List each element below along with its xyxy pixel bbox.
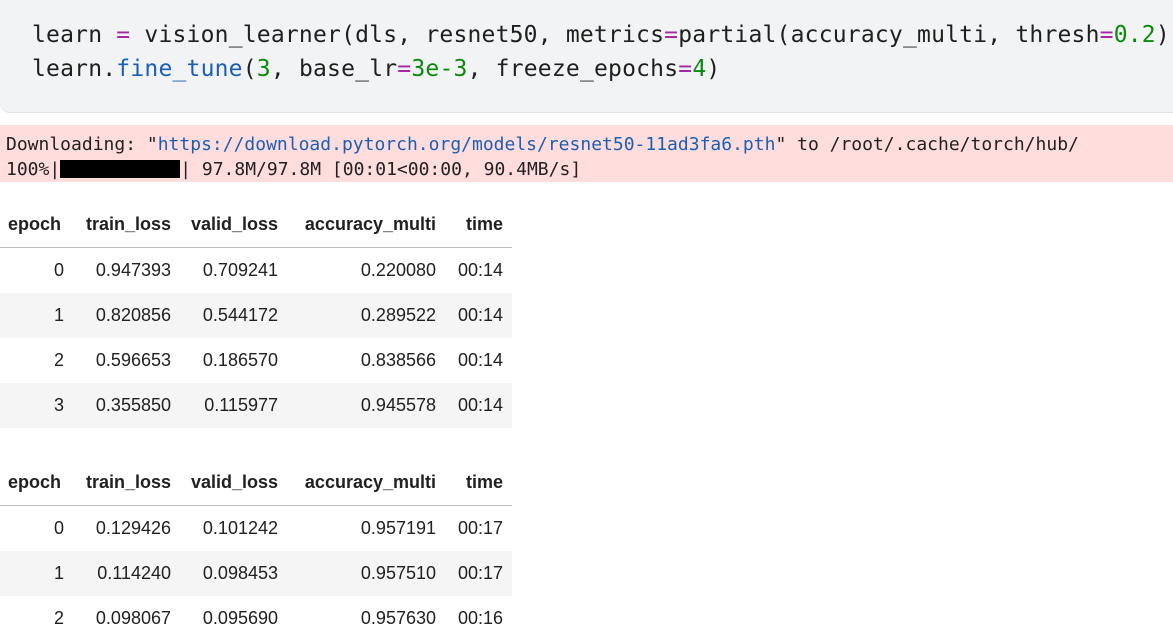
table-header-row: epoch train_loss valid_loss accuracy_multi t… — [0, 202, 512, 248]
cell-accuracy-multi: 0.957510 — [287, 551, 445, 596]
table-header-row: epoch train_loss valid_loss accuracy_multi t… — [0, 460, 512, 506]
column-header-time: time — [445, 460, 512, 506]
cell-epoch: 2 — [53, 608, 64, 628]
code-token: , freeze_epochs — [467, 56, 679, 82]
cell-epoch: 2 — [53, 350, 64, 370]
cell-valid-loss: 0.115977 — [180, 383, 287, 428]
code-token: )) — [1155, 22, 1173, 48]
code-token: 4 — [692, 56, 707, 82]
cell-accuracy-multi: 0.957630 — [360, 608, 436, 628]
code-token: ( — [242, 56, 257, 82]
cell-epoch: 0 — [53, 518, 64, 538]
table-row: 1 0.820856 0.544172 0.289522 00:14 — [0, 293, 512, 338]
cell-epoch: 1 — [0, 551, 73, 596]
stderr-output: Downloading: "https://download.pytorch.o… — [0, 125, 1173, 182]
cell-time: 00:16 — [457, 608, 503, 628]
cell-time: 00:14 — [445, 383, 512, 428]
cell-time: 00:14 — [457, 350, 503, 370]
cell-train-loss: 0.596653 — [95, 350, 171, 370]
code-cell-input[interactable]: learn = vision_learner(dls, resnet50, me… — [0, 0, 1173, 113]
code-token: partial(accuracy_multi, thresh — [678, 22, 1100, 48]
code-token: learn. — [32, 56, 117, 82]
code-token: = — [1099, 22, 1114, 48]
download-suffix: " to /root/.cache/torch/hub/ — [775, 134, 1079, 155]
cell-train-loss: 0.947393 — [95, 260, 171, 280]
code-token: 3e-3 — [411, 56, 468, 82]
cell-valid-loss: 0.709241 — [202, 260, 278, 280]
column-header-valid-loss: valid_loss — [180, 460, 287, 506]
column-header-epoch: epoch — [0, 202, 73, 248]
cell-epoch: 0 — [53, 260, 64, 280]
code-token: learn — [32, 22, 117, 48]
cell-time: 00:14 — [445, 293, 512, 338]
cell-time: 00:14 — [457, 260, 503, 280]
download-url: https://download.pytorch.org/models/resn… — [157, 134, 776, 155]
code-token: , base_lr — [270, 56, 398, 82]
table-row: 2 0.596653 0.186570 0.838566 00:14 — [0, 338, 512, 383]
cell-valid-loss: 0.186570 — [202, 350, 278, 370]
code-token: = — [678, 56, 693, 82]
progress-percent: 100%| — [6, 159, 61, 180]
column-header-time: time — [445, 202, 512, 248]
progress-stats: | 97.8M/97.8M [00:01<00:00, 90.4MB/s] — [180, 159, 582, 180]
code-token: = — [397, 56, 412, 82]
table-row: 0 0.129426 0.101242 0.957191 00:17 — [0, 506, 512, 552]
training-results-table-finetune: epoch train_loss valid_loss accuracy_multi t… — [0, 460, 512, 641]
column-header-valid-loss: valid_loss — [180, 202, 287, 248]
table-row: 3 0.355850 0.115977 0.945578 00:14 — [0, 383, 512, 428]
cell-accuracy-multi: 0.289522 — [287, 293, 445, 338]
column-header-accuracy-multi: accuracy_multi — [287, 460, 445, 506]
code-token: 3 — [256, 56, 271, 82]
cell-epoch: 3 — [0, 383, 73, 428]
cell-epoch: 1 — [0, 293, 73, 338]
table-row: 2 0.098067 0.095690 0.957630 00:16 — [0, 596, 512, 641]
cell-train-loss: 0.129426 — [95, 518, 171, 538]
cell-train-loss: 0.820856 — [73, 293, 180, 338]
training-results-table-frozen: epoch train_loss valid_loss accuracy_multi t… — [0, 202, 512, 428]
cell-valid-loss: 0.101242 — [202, 518, 278, 538]
cell-time: 00:17 — [445, 551, 512, 596]
column-header-train-loss: train_loss — [73, 460, 180, 506]
code-token: fine_tune — [116, 56, 243, 82]
cell-valid-loss: 0.544172 — [180, 293, 287, 338]
cell-accuracy-multi: 0.838566 — [360, 350, 436, 370]
cell-accuracy-multi: 0.220080 — [360, 260, 436, 280]
code-token: = — [664, 22, 679, 48]
code-token: vision_learner(dls, resnet50, metrics — [130, 22, 665, 48]
download-progress: 100%| | 97.8M/97.8M [00:01<00:00, 90.4MB/… — [6, 159, 581, 180]
code-token: ) — [706, 56, 721, 82]
column-header-epoch: epoch — [0, 460, 73, 506]
column-header-accuracy-multi: accuracy_multi — [287, 202, 445, 248]
code-token: = — [116, 22, 131, 48]
cell-valid-loss: 0.098453 — [180, 551, 287, 596]
code-token: 0.2 — [1113, 22, 1156, 48]
table-row: 1 0.114240 0.098453 0.957510 00:17 — [0, 551, 512, 596]
cell-train-loss: 0.098067 — [95, 608, 171, 628]
column-header-train-loss: train_loss — [73, 202, 180, 248]
cell-accuracy-multi: 0.945578 — [287, 383, 445, 428]
download-prefix: Downloading: " — [6, 134, 158, 155]
cell-time: 00:17 — [457, 518, 503, 538]
cell-train-loss: 0.114240 — [73, 551, 180, 596]
cell-accuracy-multi: 0.957191 — [360, 518, 436, 538]
code-line-2: learn.fine_tune(3, base_lr=3e-3, freeze_… — [32, 56, 720, 82]
cell-valid-loss: 0.095690 — [202, 608, 278, 628]
progress-bar-fill — [60, 160, 181, 178]
code-line-1: learn = vision_learner(dls, resnet50, me… — [32, 22, 1173, 48]
cell-train-loss: 0.355850 — [73, 383, 180, 428]
download-message: Downloading: "https://download.pytorch.o… — [6, 134, 1079, 155]
table-row: 0 0.947393 0.709241 0.220080 00:14 — [0, 248, 512, 294]
